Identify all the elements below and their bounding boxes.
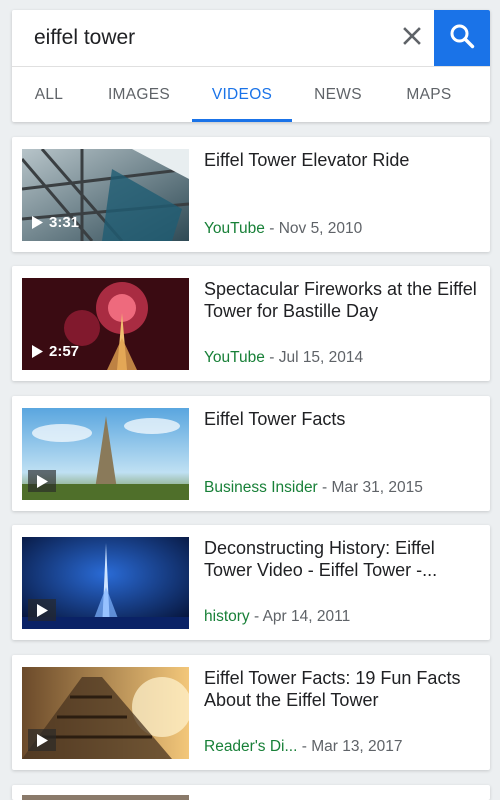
tab-maps[interactable]: MAPS [390,67,468,122]
play-icon [36,733,48,747]
video-thumbnail[interactable]: 3:31 [22,149,189,241]
tab-news[interactable]: NEWS [302,67,374,122]
result-title[interactable]: Eiffel Tower Elevator Ride [204,149,480,171]
duration-label: 3:31 [49,213,80,231]
search-card: ALL IMAGES VIDEOS NEWS MAPS [12,10,490,122]
video-result[interactable]: 2:57 Spectacular Fireworks at the Eiffel… [12,266,490,381]
result-meta: history - Apr 14, 2011 [204,608,350,626]
video-thumbnail[interactable] [22,408,189,500]
tab-videos[interactable]: VIDEOS [192,67,292,122]
video-result[interactable]: Eiffel Tower Facts: 19 Fun Facts About t… [12,655,490,770]
play-icon [32,215,43,229]
video-thumbnail[interactable] [22,795,189,800]
video-result[interactable]: Deconstructing History: Eiffel Tower Vid… [12,525,490,640]
result-title[interactable]: Spectacular Fireworks at the Eiffel Towe… [204,278,480,322]
tab-images[interactable]: IMAGES [94,67,184,122]
play-icon [36,603,48,617]
tab-all[interactable]: ALL [12,67,86,122]
result-meta: YouTube - Jul 15, 2014 [204,349,363,367]
duration-label: 2:57 [49,342,80,360]
tab-bar: ALL IMAGES VIDEOS NEWS MAPS [12,67,490,122]
result-meta: Reader's Di... - Mar 13, 2017 [204,738,403,756]
clear-button[interactable] [394,20,430,56]
result-source: Business Insider [204,479,318,496]
result-meta: Business Insider - Mar 31, 2015 [204,479,423,497]
play-button[interactable] [28,599,56,621]
result-date: - Nov 5, 2010 [264,220,363,237]
play-icon [32,344,43,358]
result-meta: YouTube - Nov 5, 2010 [204,220,362,238]
result-title[interactable]: Eiffel Tower Facts [204,408,480,430]
result-title[interactable]: Eiffel Tower Facts: 19 Fun Facts About t… [204,667,480,711]
result-date: - Apr 14, 2011 [249,608,351,625]
video-duration: 3:31 [28,211,83,233]
result-title[interactable]: Deconstructing History: Eiffel Tower Vid… [204,537,480,581]
search-row [12,10,490,66]
video-duration: 2:57 [28,340,83,362]
video-result-partial[interactable] [12,785,490,800]
play-icon [36,474,48,488]
result-source: Reader's Di... [204,738,298,755]
result-source: YouTube [204,349,265,366]
search-icon [448,22,476,55]
close-icon [402,26,422,51]
play-button[interactable] [28,470,56,492]
video-thumbnail[interactable] [22,537,189,629]
search-button[interactable] [434,10,490,66]
result-date: - Mar 31, 2015 [317,479,423,496]
result-date: - Mar 13, 2017 [297,738,403,755]
search-input[interactable] [12,10,392,66]
video-result[interactable]: Eiffel Tower Facts Business Insider - Ma… [12,396,490,511]
play-button[interactable] [28,729,56,751]
video-thumbnail[interactable]: 2:57 [22,278,189,370]
result-date: - Jul 15, 2014 [264,349,364,366]
result-source: history [204,608,250,625]
video-result[interactable]: 3:31 Eiffel Tower Elevator Ride YouTube … [12,137,490,252]
result-source: YouTube [204,220,265,237]
video-thumbnail[interactable] [22,667,189,759]
